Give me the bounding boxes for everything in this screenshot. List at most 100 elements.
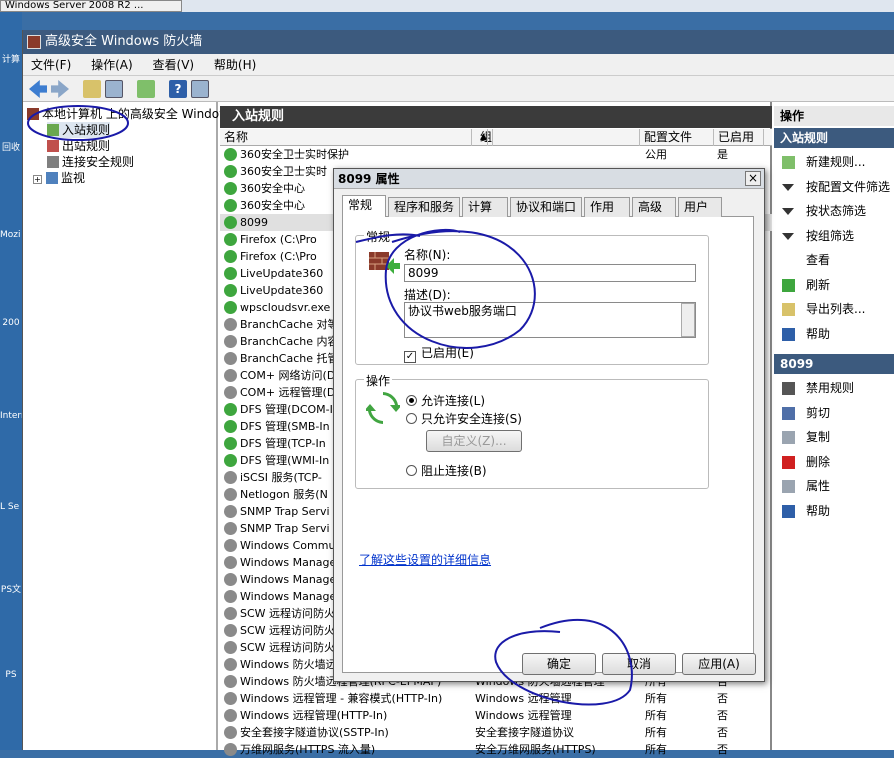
- column-group[interactable]: 组 ▲: [472, 129, 640, 146]
- action-item[interactable]: 复制: [774, 425, 894, 449]
- action-item[interactable]: 按状态筛选: [774, 199, 894, 223]
- desktop-icon[interactable]: 200: [0, 318, 22, 328]
- customize-button[interactable]: 自定义(Z)...: [426, 430, 522, 452]
- delete-icon: [782, 455, 795, 469]
- tree-item-inbound-rules[interactable]: 入站规则: [47, 122, 111, 138]
- forward-arrow-icon[interactable]: [51, 80, 69, 98]
- table-row[interactable]: Windows 远程管理(HTTP-In) Windows 远程管理 所有 否: [220, 707, 772, 724]
- disabled-rule-icon: [224, 590, 237, 603]
- menu-file[interactable]: 文件(F): [23, 54, 79, 76]
- column-enabled[interactable]: 已启用: [714, 129, 764, 146]
- disabled-rule-icon: [224, 352, 237, 365]
- top-taskbar: Windows Server 2008 R2 ...: [0, 0, 894, 12]
- block-label: 阻止连接(B): [421, 464, 487, 478]
- tab-programs-services[interactable]: 程序和服务: [388, 197, 460, 217]
- desktop-icon[interactable]: Intern 服务: [0, 408, 22, 421]
- action-item[interactable]: 帮助: [774, 322, 894, 346]
- action-item[interactable]: 帮助: [774, 499, 894, 523]
- actions-header: 操作: [774, 106, 894, 126]
- tab-computers[interactable]: 计算机: [462, 197, 508, 232]
- window-title-bar[interactable]: 高级安全 Windows 防火墙: [23, 30, 894, 54]
- desktop-icon[interactable]: 计算: [0, 52, 22, 65]
- help-icon: [782, 327, 795, 341]
- desktop-strip: 计算 回收 Mozi Fire 200 Intern 服务 L Se Manag…: [0, 12, 22, 750]
- desktop-icon[interactable]: 回收: [0, 140, 22, 153]
- action-label: 帮助: [806, 326, 831, 341]
- tab-scope[interactable]: 作用域: [584, 197, 630, 232]
- disabled-rule-icon: [224, 726, 237, 739]
- action-item[interactable]: 按配置文件筛选: [774, 175, 894, 199]
- tab-advanced[interactable]: 高级: [632, 197, 676, 217]
- back-arrow-icon[interactable]: [29, 80, 47, 98]
- show-hide-tree-icon[interactable]: [105, 80, 123, 98]
- export-icon[interactable]: [137, 80, 155, 98]
- disabled-rule-icon: [224, 641, 237, 654]
- rule-profile: 所有: [645, 709, 667, 722]
- description-scrollbar[interactable]: [681, 303, 695, 337]
- enabled-rule-icon: [224, 250, 237, 263]
- menu-help[interactable]: 帮助(H): [206, 54, 264, 76]
- general-group-label: 常规: [364, 228, 393, 245]
- expand-icon[interactable]: +: [33, 175, 42, 184]
- action-item[interactable]: 删除: [774, 450, 894, 474]
- column-name[interactable]: 名称: [220, 129, 472, 146]
- action-item[interactable]: 导出列表...: [774, 297, 894, 321]
- tree-root[interactable]: 本地计算机 上的高级安全 Windows: [27, 106, 235, 122]
- block-connection-radio[interactable]: 阻止连接(B): [406, 462, 487, 479]
- action-item[interactable]: 属性: [774, 474, 894, 498]
- action-item[interactable]: 禁用规则: [774, 376, 894, 400]
- actions-section-selected[interactable]: 8099: [774, 354, 894, 374]
- rule-name-input[interactable]: 8099: [404, 264, 696, 282]
- table-row[interactable]: Windows 远程管理 - 兼容模式(HTTP-In) Windows 远程管理…: [220, 690, 772, 707]
- tab-users[interactable]: 用户: [678, 197, 722, 217]
- help-icon[interactable]: ?: [169, 80, 187, 98]
- allow-connection-radio[interactable]: 允许连接(L): [406, 392, 485, 409]
- navigation-tree: 本地计算机 上的高级安全 Windows 入站规则 出站规则 连接安全规则 + 监…: [23, 102, 235, 750]
- up-folder-icon[interactable]: [83, 80, 101, 98]
- enabled-checkbox[interactable]: ✓ 已启用(E): [404, 344, 474, 363]
- action-item[interactable]: 按组筛选: [774, 224, 894, 248]
- menu-action[interactable]: 操作(A): [83, 54, 141, 76]
- disabled-rule-icon: [224, 539, 237, 552]
- disabled-rule-icon: [224, 709, 237, 722]
- table-row[interactable]: 360安全卫士实时保护 公用 是: [220, 146, 772, 163]
- action-item[interactable]: 刷新: [774, 273, 894, 297]
- monitor-icon: [46, 172, 58, 184]
- tab-general[interactable]: 常规: [342, 195, 386, 217]
- taskbar-window-button[interactable]: Windows Server 2008 R2 ...: [0, 0, 182, 12]
- dialog-tabs: 常规 程序和服务 计算机 协议和端口 作用域 高级 用户: [342, 195, 754, 232]
- properties-icon: [782, 480, 795, 493]
- action-item[interactable]: 新建规则...: [774, 150, 894, 174]
- tab-protocols-ports[interactable]: 协议和端口: [510, 197, 582, 217]
- actions-pane: 操作 入站规则 新建规则... 按配置文件筛选 按状态筛选 按组筛选 查看 刷新 导出列表.…: [774, 102, 894, 750]
- action-item[interactable]: 剪切: [774, 401, 894, 425]
- action-item[interactable]: 查看: [774, 248, 894, 272]
- desktop-icon[interactable]: L Se Manage: [0, 502, 22, 512]
- column-profile[interactable]: 配置文件: [640, 129, 714, 146]
- desktop-icon[interactable]: PS: [0, 670, 22, 680]
- disabled-rule-icon: [224, 675, 237, 688]
- rule-name: 安全套接字隧道协议(SSTP-In): [240, 726, 389, 739]
- desktop-icon[interactable]: Mozi Fire: [0, 230, 22, 240]
- action-label: 属性: [806, 479, 831, 493]
- dialog-title-bar[interactable]: 8099 属性: [334, 169, 764, 189]
- tree-item-outbound-rules[interactable]: 出站规则: [47, 138, 110, 154]
- allow-secure-radio[interactable]: 只允许安全连接(S): [406, 410, 522, 427]
- tree-item-connection-security-rules[interactable]: 连接安全规则: [47, 154, 134, 170]
- description-textarea[interactable]: 协议书web服务端口: [404, 302, 696, 338]
- cancel-button[interactable]: 取消: [602, 653, 676, 675]
- desktop-icon[interactable]: PS文: [0, 582, 22, 595]
- dialog-close-button[interactable]: ×: [745, 171, 761, 186]
- toolbar: ?: [23, 76, 894, 102]
- export-icon: [782, 303, 795, 316]
- ok-button[interactable]: 确定: [522, 653, 596, 675]
- action-pane-icon[interactable]: [191, 80, 209, 98]
- enabled-rule-icon: [224, 182, 237, 195]
- actions-section-inbound[interactable]: 入站规则: [774, 128, 894, 148]
- table-row[interactable]: 安全套接字隧道协议(SSTP-In) 安全套接字隧道协议 所有 否: [220, 724, 772, 741]
- learn-more-link[interactable]: 了解这些设置的详细信息: [359, 551, 491, 568]
- disabled-rule-icon: [224, 692, 237, 705]
- menu-view[interactable]: 查看(V): [145, 54, 203, 76]
- tree-item-monitoring[interactable]: + 监视: [33, 170, 85, 186]
- apply-button[interactable]: 应用(A): [682, 653, 756, 675]
